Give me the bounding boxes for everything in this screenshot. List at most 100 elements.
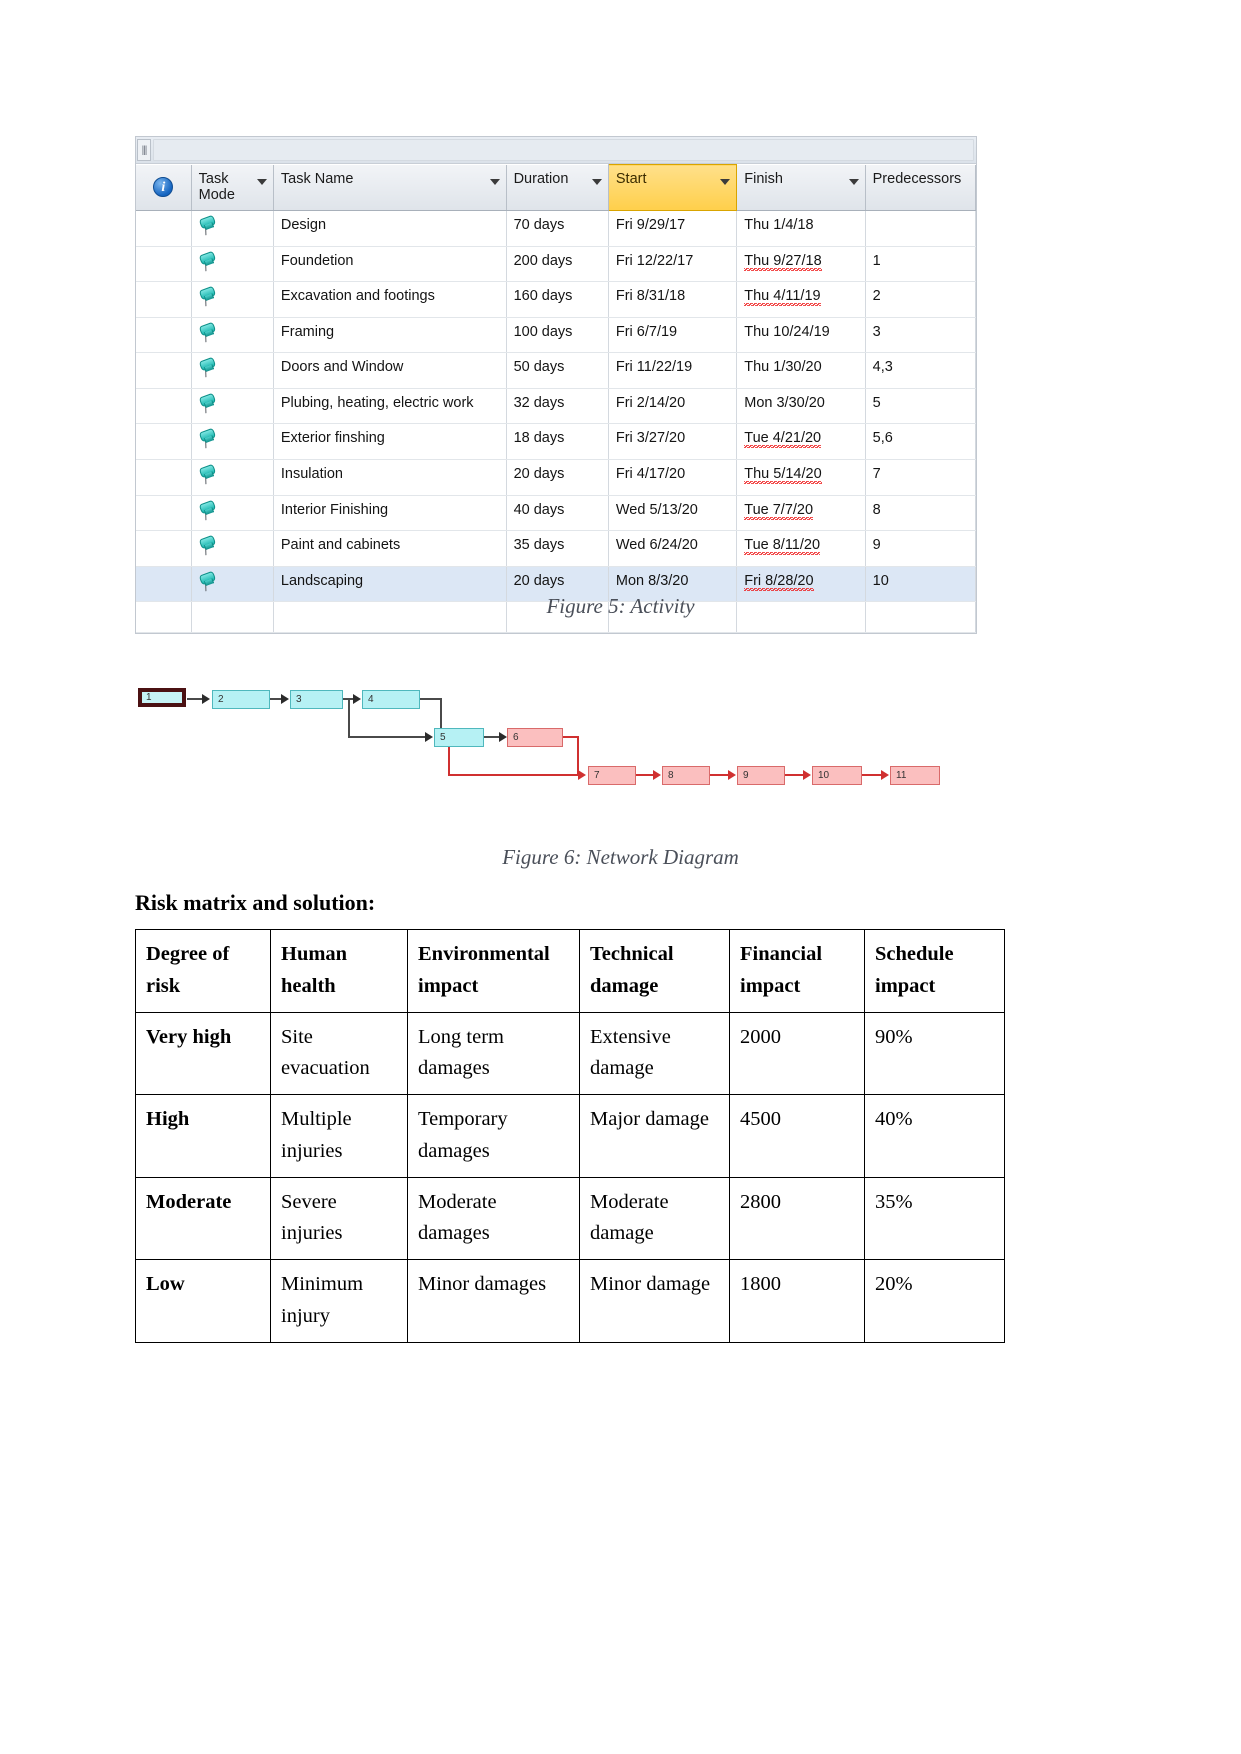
task-cell-start[interactable]: Fri 12/22/17 — [608, 246, 738, 283]
task-cell-finish[interactable]: Thu 1/30/20 — [736, 352, 866, 389]
task-cell-duration[interactable]: 100 days — [506, 317, 609, 354]
column-header-duration[interactable]: Duration — [506, 164, 609, 211]
task-row[interactable]: Plubing, heating, electric work 32 days Fr… — [136, 388, 977, 425]
task-row-indicator-cell[interactable] — [136, 530, 192, 567]
task-row-indicator-cell[interactable] — [136, 495, 192, 532]
task-cell-start[interactable]: Fri 3/27/20 — [608, 423, 738, 460]
filter-dropdown-icon[interactable] — [591, 178, 602, 185]
task-cell-start[interactable]: Fri 8/31/18 — [608, 281, 738, 318]
task-row-indicator-cell[interactable] — [136, 317, 192, 354]
task-row[interactable]: Foundetion 200 days Fri 12/22/17 Thu 9/27/1… — [136, 246, 977, 283]
task-cell-finish[interactable]: Thu 10/24/19 — [736, 317, 866, 354]
task-cell-duration[interactable]: 32 days — [506, 388, 609, 425]
column-header-predecessors[interactable]: Predecessors — [865, 164, 977, 211]
task-cell-predecessors[interactable]: 9 — [865, 530, 977, 567]
task-row[interactable]: Interior Finishing 40 days Wed 5/13/20 Tue … — [136, 495, 977, 532]
column-header-task-mode[interactable]: Task Mode — [191, 164, 274, 211]
task-row[interactable]: Paint and cabinets 35 days Wed 6/24/20 Tue … — [136, 530, 977, 567]
task-row-indicator-cell[interactable] — [136, 210, 192, 247]
task-cell-predecessors[interactable]: 1 — [865, 246, 977, 283]
task-mode-pin-icon[interactable] — [191, 388, 274, 425]
task-row[interactable]: Doors and Window 50 days Fri 11/22/19 Thu 1… — [136, 352, 977, 389]
network-node-3[interactable]: 3 — [290, 690, 343, 709]
task-cell-predecessors[interactable]: 5 — [865, 388, 977, 425]
task-cell-duration[interactable]: 35 days — [506, 530, 609, 567]
task-cell-finish[interactable]: Thu 1/4/18 — [736, 210, 866, 247]
task-row[interactable]: Framing 100 days Fri 6/7/19 Thu 10/24/19 3 — [136, 317, 977, 354]
network-node-7[interactable]: 7 — [588, 766, 636, 785]
task-cell-start[interactable]: Fri 4/17/20 — [608, 459, 738, 496]
task-row[interactable]: Design 70 days Fri 9/29/17 Thu 1/4/18 — [136, 210, 977, 247]
task-mode-pin-icon[interactable] — [191, 495, 274, 532]
network-node-2[interactable]: 2 — [212, 690, 270, 709]
task-cell-predecessors[interactable]: 3 — [865, 317, 977, 354]
task-cell-name[interactable]: Interior Finishing — [273, 495, 507, 532]
task-row-indicator-cell[interactable] — [136, 246, 192, 283]
task-mode-pin-icon[interactable] — [191, 281, 274, 318]
task-cell-predecessors[interactable]: 4,3 — [865, 352, 977, 389]
filter-dropdown-icon[interactable] — [720, 179, 731, 185]
task-mode-pin-icon[interactable] — [191, 423, 274, 460]
task-cell-name[interactable]: Insulation — [273, 459, 507, 496]
task-cell-finish[interactable]: Thu 5/14/20 — [736, 459, 866, 496]
task-cell-finish[interactable]: Thu 4/11/19 — [736, 281, 866, 318]
network-node-10[interactable]: 10 — [812, 766, 862, 785]
task-cell-finish[interactable]: Thu 9/27/18 — [736, 246, 866, 283]
network-node-9[interactable]: 9 — [737, 766, 785, 785]
filter-dropdown-icon[interactable] — [848, 178, 859, 185]
task-cell-predecessors[interactable]: 7 — [865, 459, 977, 496]
network-node-6[interactable]: 6 — [507, 728, 563, 747]
task-mode-pin-icon[interactable] — [191, 317, 274, 354]
network-node-8[interactable]: 8 — [662, 766, 710, 785]
task-mode-pin-icon[interactable] — [191, 459, 274, 496]
task-cell-name[interactable]: Paint and cabinets — [273, 530, 507, 567]
task-row-indicator-cell[interactable] — [136, 459, 192, 496]
toolbar-grip-icon[interactable]: ||| — [137, 139, 151, 161]
task-mode-pin-icon[interactable] — [191, 210, 274, 247]
task-cell-duration[interactable]: 18 days — [506, 423, 609, 460]
network-node-4[interactable]: 4 — [362, 690, 420, 709]
column-header-finish[interactable]: Finish — [736, 164, 866, 211]
task-cell-duration[interactable]: 40 days — [506, 495, 609, 532]
task-row-indicator-cell[interactable] — [136, 388, 192, 425]
task-cell-name[interactable]: Foundetion — [273, 246, 507, 283]
task-cell-duration[interactable]: 160 days — [506, 281, 609, 318]
task-cell-duration[interactable]: 50 days — [506, 352, 609, 389]
task-cell-name[interactable]: Design — [273, 210, 507, 247]
task-cell-duration[interactable]: 200 days — [506, 246, 609, 283]
task-cell-name[interactable]: Framing — [273, 317, 507, 354]
task-cell-name[interactable]: Doors and Window — [273, 352, 507, 389]
task-row-indicator-cell[interactable] — [136, 281, 192, 318]
task-cell-finish[interactable]: Mon 3/30/20 — [736, 388, 866, 425]
task-cell-duration[interactable]: 70 days — [506, 210, 609, 247]
task-row[interactable]: Exterior finshing 18 days Fri 3/27/20 Tue 4… — [136, 423, 977, 460]
column-header-indicator[interactable]: i — [136, 164, 192, 211]
network-node-1[interactable]: 1 — [138, 688, 186, 707]
task-cell-start[interactable]: Wed 5/13/20 — [608, 495, 738, 532]
task-cell-predecessors[interactable]: 2 — [865, 281, 977, 318]
task-row-indicator-cell[interactable] — [136, 352, 192, 389]
task-cell-start[interactable]: Fri 9/29/17 — [608, 210, 738, 247]
column-header-start[interactable]: Start — [607, 164, 738, 211]
task-mode-pin-icon[interactable] — [191, 530, 274, 567]
task-cell-predecessors[interactable] — [865, 210, 977, 247]
task-cell-name[interactable]: Plubing, heating, electric work — [273, 388, 507, 425]
filter-dropdown-icon[interactable] — [489, 178, 500, 185]
task-cell-duration[interactable]: 20 days — [506, 459, 609, 496]
column-header-task-name[interactable]: Task Name — [273, 164, 507, 211]
task-cell-start[interactable]: Fri 2/14/20 — [608, 388, 738, 425]
task-cell-start[interactable]: Wed 6/24/20 — [608, 530, 738, 567]
task-row[interactable]: Insulation 20 days Fri 4/17/20 Thu 5/14/20 7 — [136, 459, 977, 496]
task-cell-finish[interactable]: Tue 8/11/20 — [736, 530, 866, 567]
task-cell-name[interactable]: Excavation and footings — [273, 281, 507, 318]
task-mode-pin-icon[interactable] — [191, 246, 274, 283]
task-cell-predecessors[interactable]: 8 — [865, 495, 977, 532]
filter-dropdown-icon[interactable] — [256, 178, 267, 185]
network-node-5[interactable]: 5 — [434, 728, 484, 747]
task-cell-start[interactable]: Fri 11/22/19 — [608, 352, 738, 389]
task-row-indicator-cell[interactable] — [136, 423, 192, 460]
task-cell-name[interactable]: Exterior finshing — [273, 423, 507, 460]
network-node-11[interactable]: 11 — [890, 766, 940, 785]
task-cell-finish[interactable]: Tue 7/7/20 — [736, 495, 866, 532]
task-cell-finish[interactable]: Tue 4/21/20 — [736, 423, 866, 460]
